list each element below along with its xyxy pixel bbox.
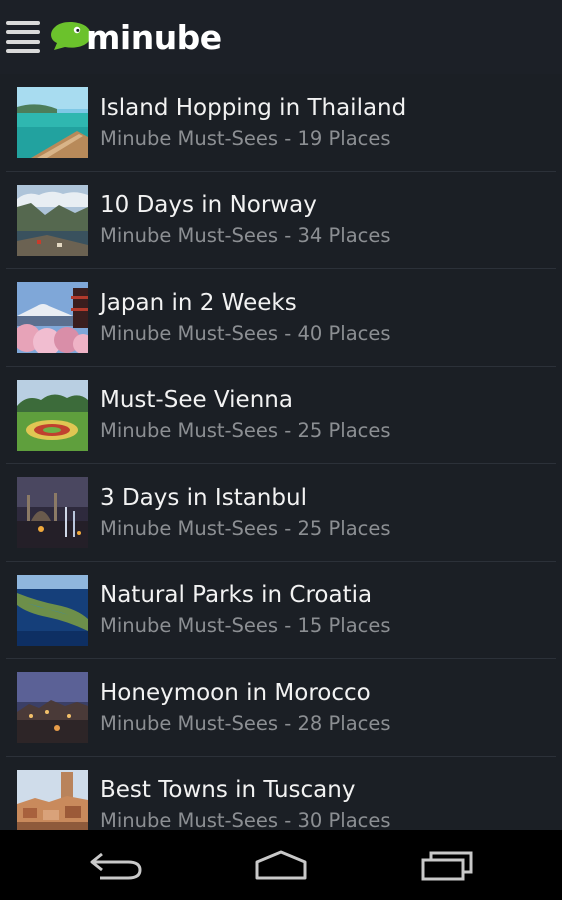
vienna-thumbnail [17,379,88,451]
item-title: Japan in 2 Weeks [100,289,297,316]
list-item[interactable]: 3 Days in Istanbul Minube Must-Sees - 25… [0,464,562,562]
list-item[interactable]: Natural Parks in Croatia Minube Must-See… [0,562,562,660]
item-title: 10 Days in Norway [100,192,317,219]
croatia-thumbnail [17,574,88,646]
app-logo[interactable]: minube [48,18,222,57]
item-title: Best Towns in Tuscany [100,777,356,804]
japan-thumbnail [17,282,88,354]
tuscany-thumbnail [17,769,88,830]
guide-list: Island Hopping in Thailand Minube Must-S… [0,74,562,830]
item-title: 3 Days in Istanbul [100,484,307,511]
home-icon[interactable] [251,848,311,882]
item-subtitle: Minube Must-Sees - 28 Places [100,711,391,735]
morocco-thumbnail [17,672,88,744]
system-nav-bar [0,830,562,900]
item-title: Natural Parks in Croatia [100,582,373,609]
list-item[interactable]: Must-See Vienna Minube Must-Sees - 25 Pl… [0,367,562,465]
list-item[interactable]: 10 Days in Norway Minube Must-Sees - 34 … [0,172,562,270]
list-item[interactable]: Island Hopping in Thailand Minube Must-S… [0,74,562,172]
list-item[interactable]: Best Towns in Tuscany Minube Must-Sees -… [0,757,562,830]
item-subtitle: Minube Must-Sees - 15 Places [100,614,391,638]
item-subtitle: Minube Must-Sees - 30 Places [100,809,391,830]
norway-thumbnail [17,184,88,256]
back-arrow-icon[interactable] [88,848,148,882]
item-title: Must-See Vienna [100,387,293,414]
item-subtitle: Minube Must-Sees - 25 Places [100,419,391,443]
thailand-thumbnail [17,87,88,159]
item-title: Island Hopping in Thailand [100,94,407,121]
hamburger-menu-icon[interactable] [6,19,40,55]
istanbul-thumbnail [17,477,88,549]
recent-apps-icon[interactable] [415,848,475,882]
app-name: minube [86,17,222,57]
item-subtitle: Minube Must-Sees - 40 Places [100,321,391,345]
list-item[interactable]: Japan in 2 Weeks Minube Must-Sees - 40 P… [0,269,562,367]
item-title: Honeymoon in Morocco [100,679,371,706]
list-item[interactable]: Honeymoon in Morocco Minube Must-Sees - … [0,659,562,757]
item-subtitle: Minube Must-Sees - 19 Places [100,126,391,150]
app-bar: minube [0,0,562,74]
item-subtitle: Minube Must-Sees - 34 Places [100,224,391,248]
item-subtitle: Minube Must-Sees - 25 Places [100,516,391,540]
